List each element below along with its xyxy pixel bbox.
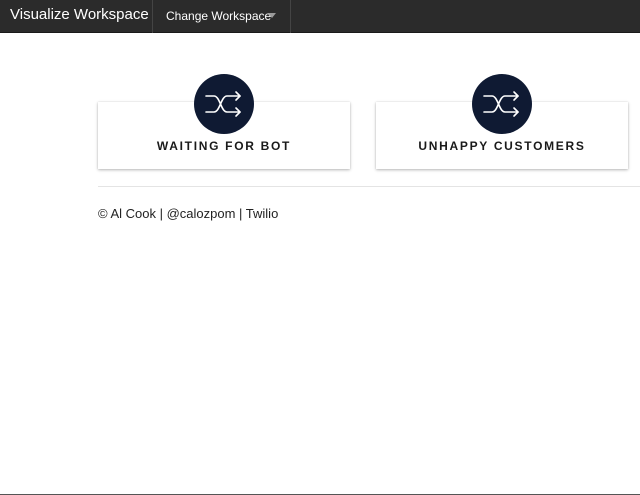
change-workspace-label: Change Workspace — [166, 9, 272, 23]
card-label: UNHAPPY CUSTOMERS — [418, 139, 586, 153]
change-workspace-dropdown[interactable]: Change Workspace — [153, 0, 290, 33]
footer-credits: © Al Cook | @calozpom | Twilio — [98, 206, 279, 221]
shuffle-icon — [472, 74, 532, 134]
navbar: Visualize Workspace Change Workspace — [0, 0, 640, 33]
page: Visualize Workspace Change Workspace WAI… — [0, 0, 640, 495]
caret-down-icon — [268, 13, 276, 18]
nav-divider — [290, 0, 291, 33]
shuffle-icon — [194, 74, 254, 134]
card-label: WAITING FOR BOT — [156, 139, 292, 153]
app-title[interactable]: Visualize Workspace — [10, 6, 149, 24]
section-divider — [98, 186, 640, 187]
